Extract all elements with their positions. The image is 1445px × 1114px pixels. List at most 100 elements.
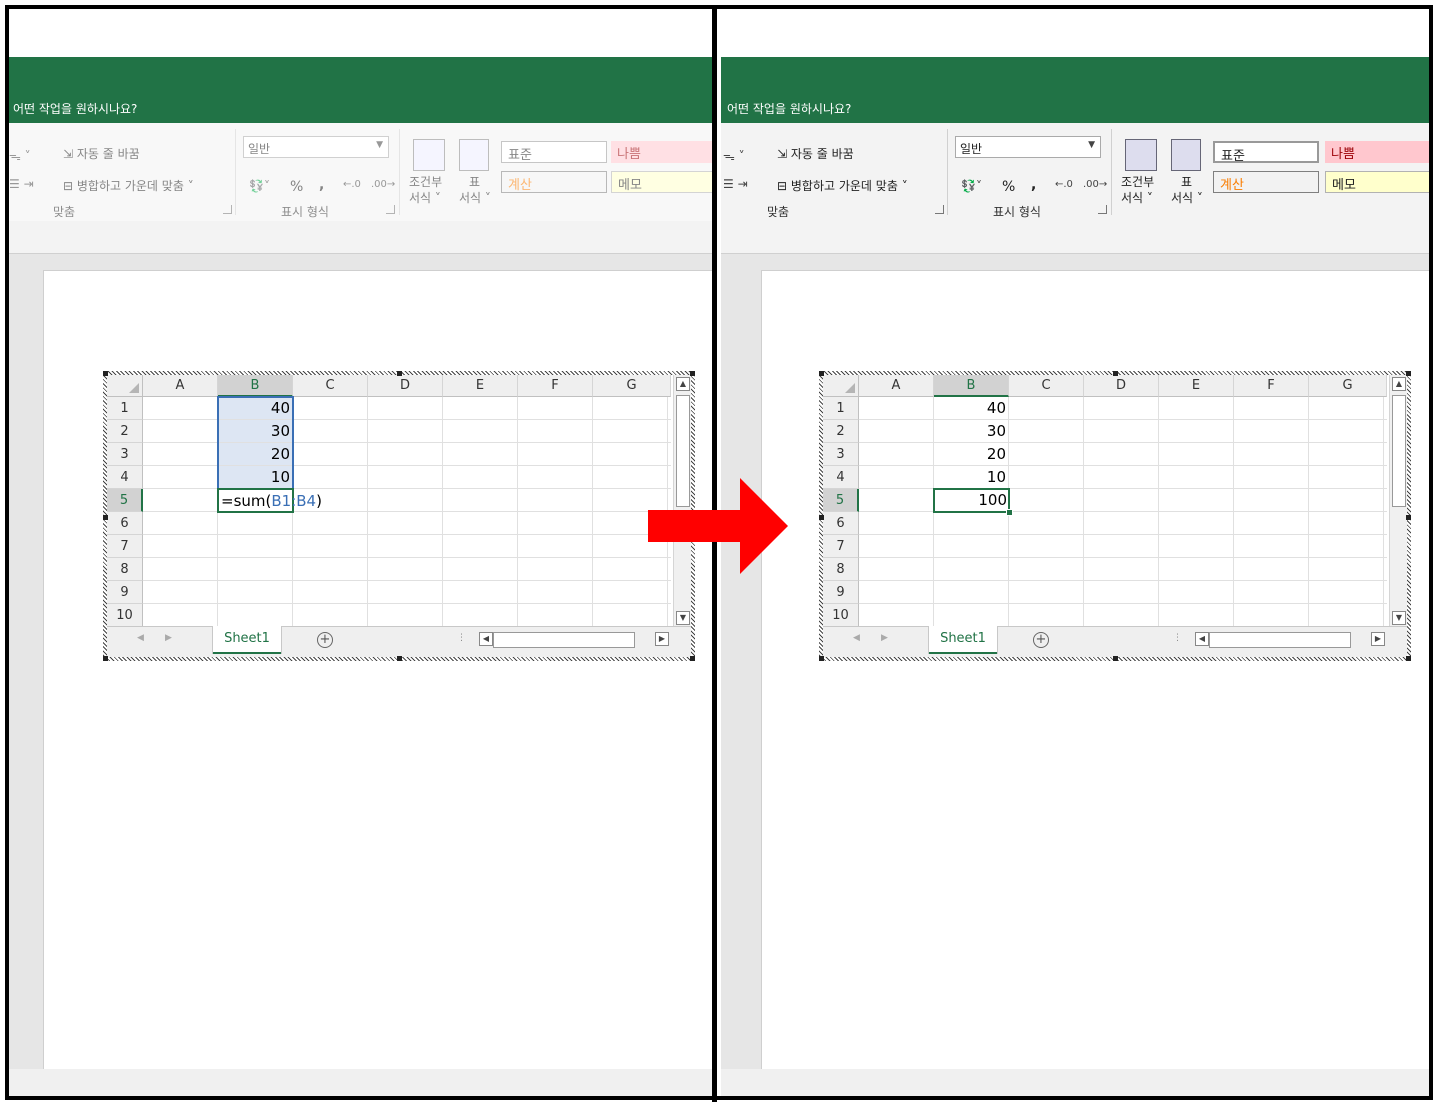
resize-handle[interactable] xyxy=(103,371,108,376)
resize-handle[interactable] xyxy=(1406,656,1411,661)
tell-me-search[interactable]: 어떤 작업을 원하시나요? xyxy=(727,100,851,117)
add-sheet-icon[interactable]: + xyxy=(317,632,333,648)
resize-handle[interactable] xyxy=(397,371,402,376)
conditional-format-button[interactable]: 조건부 xyxy=(1121,173,1154,190)
conditional-format-button[interactable]: 조건부 xyxy=(409,173,442,190)
row-header[interactable]: 4 xyxy=(107,466,143,489)
align-launcher-icon[interactable] xyxy=(935,205,944,214)
scroll-left-icon[interactable]: ◀ xyxy=(479,632,493,646)
row-header[interactable]: 9 xyxy=(823,581,859,604)
tell-me-search[interactable]: 어떤 작업을 원하시나요? xyxy=(13,100,137,117)
scroll-left-icon[interactable]: ◀ xyxy=(1195,632,1209,646)
row-header[interactable]: 3 xyxy=(823,443,859,466)
scroll-down-icon[interactable]: ▼ xyxy=(676,611,690,625)
column-header-a[interactable]: A xyxy=(859,375,934,397)
number-launcher-icon[interactable] xyxy=(1098,205,1107,214)
cell-b2[interactable]: 30 xyxy=(934,420,1009,443)
column-header-f[interactable]: F xyxy=(1234,375,1309,397)
indent-icon[interactable]: ☰ ⇥ xyxy=(723,177,748,191)
sheet-tab-sheet1[interactable]: Sheet1 xyxy=(213,626,281,654)
row-header[interactable]: 5 xyxy=(823,489,859,512)
formula-entry[interactable]: =sum(B1:B4) xyxy=(221,490,322,512)
scroll-up-icon[interactable]: ▲ xyxy=(1392,377,1406,391)
row-header[interactable]: 3 xyxy=(107,443,143,466)
column-header-e[interactable]: E xyxy=(443,375,518,397)
format-as-table-button[interactable]: 표 xyxy=(1181,173,1192,190)
number-launcher-icon[interactable] xyxy=(386,205,395,214)
resize-handle[interactable] xyxy=(1406,371,1411,376)
resize-handle[interactable] xyxy=(397,656,402,661)
conditional-format-button-2[interactable]: 서식 ˅ xyxy=(409,189,441,206)
column-header-d[interactable]: D xyxy=(1084,375,1159,397)
percent-button[interactable]: % xyxy=(290,179,303,195)
scroll-right-icon[interactable]: ▶ xyxy=(655,632,669,646)
row-header[interactable]: 1 xyxy=(107,397,143,420)
merge-center-button[interactable]: ⊟ 병합하고 가운데 맞춤 ˅ xyxy=(63,177,194,194)
tab-prev-icon[interactable]: ◀ xyxy=(853,633,860,643)
column-header-g[interactable]: G xyxy=(593,375,671,397)
style-normal[interactable]: 표준 xyxy=(501,141,607,163)
orientation-icon[interactable]: ᯓ ˅ xyxy=(723,147,745,164)
increase-decimal-icon[interactable]: ←.0 xyxy=(1055,179,1073,190)
style-bad[interactable]: 나쁨 xyxy=(611,141,712,163)
split-handle-icon[interactable]: ⋮ xyxy=(457,633,466,643)
sheet-tab-sheet1[interactable]: Sheet1 xyxy=(929,626,997,654)
select-all-corner[interactable] xyxy=(823,375,859,397)
style-calculation[interactable]: 계산 xyxy=(501,171,607,193)
percent-button[interactable]: % xyxy=(1002,179,1015,195)
resize-handle[interactable] xyxy=(690,656,695,661)
style-bad[interactable]: 나쁨 xyxy=(1325,141,1429,163)
column-header-f[interactable]: F xyxy=(518,375,593,397)
row-header[interactable]: 2 xyxy=(107,420,143,443)
row-header[interactable]: 7 xyxy=(107,535,143,558)
scroll-right-icon[interactable]: ▶ xyxy=(1371,632,1385,646)
column-header-b[interactable]: B xyxy=(934,375,1009,397)
number-format-select[interactable]: 일반 ▼ xyxy=(955,136,1101,158)
split-handle-icon[interactable]: ⋮ xyxy=(1173,633,1182,643)
row-header[interactable]: 1 xyxy=(823,397,859,420)
column-header-e[interactable]: E xyxy=(1159,375,1234,397)
row-header[interactable]: 10 xyxy=(107,604,143,627)
currency-icon[interactable]: 💱˅ xyxy=(249,179,270,193)
row-header[interactable]: 6 xyxy=(823,512,859,535)
cell-b4[interactable]: 10 xyxy=(934,466,1009,489)
column-header-d[interactable]: D xyxy=(368,375,443,397)
decrease-decimal-icon[interactable]: .00→ xyxy=(1083,179,1107,190)
resize-handle[interactable] xyxy=(1113,371,1118,376)
row-header[interactable]: 5 xyxy=(107,489,143,512)
column-header-a[interactable]: A xyxy=(143,375,218,397)
decrease-decimal-icon[interactable]: .00→ xyxy=(371,179,395,190)
tab-next-icon[interactable]: ▶ xyxy=(881,633,888,643)
wrap-text-button[interactable]: ⇲ 자동 줄 바꿈 xyxy=(777,145,854,162)
format-as-table-button-2[interactable]: 서식 ˅ xyxy=(459,189,491,206)
style-normal[interactable]: 표준 xyxy=(1213,141,1319,164)
row-header[interactable]: 9 xyxy=(107,581,143,604)
add-sheet-icon[interactable]: + xyxy=(1033,632,1049,648)
number-format-select[interactable]: 일반 ▼ xyxy=(243,136,389,158)
select-all-corner[interactable] xyxy=(107,375,143,397)
resize-handle[interactable] xyxy=(1406,515,1411,520)
style-memo[interactable]: 메모 xyxy=(611,171,712,193)
row-header[interactable]: 8 xyxy=(107,558,143,581)
column-header-g[interactable]: G xyxy=(1309,375,1387,397)
comma-button[interactable]: , xyxy=(319,177,324,193)
embedded-workbook[interactable]: A B C D E F G 1 2 3 4 5 6 7 8 9 10 40 30… xyxy=(819,371,1411,661)
column-header-b[interactable]: B xyxy=(218,375,293,397)
row-header[interactable]: 7 xyxy=(823,535,859,558)
embedded-workbook[interactable]: A B C D E F G 1 2 3 4 5 6 7 8 9 10 40 30… xyxy=(103,371,695,661)
column-header-c[interactable]: C xyxy=(293,375,368,397)
increase-decimal-icon[interactable]: ←.0 xyxy=(343,179,361,190)
row-header[interactable]: 6 xyxy=(107,512,143,535)
merge-center-button[interactable]: ⊟ 병합하고 가운데 맞춤 ˅ xyxy=(777,177,908,194)
row-header[interactable]: 2 xyxy=(823,420,859,443)
style-memo[interactable]: 메모 xyxy=(1325,171,1429,193)
orientation-icon[interactable]: ᯓ ˅ xyxy=(9,147,31,164)
resize-handle[interactable] xyxy=(103,515,108,520)
row-header[interactable]: 4 xyxy=(823,466,859,489)
resize-handle[interactable] xyxy=(103,656,108,661)
cell-b3[interactable]: 20 xyxy=(934,443,1009,466)
resize-handle[interactable] xyxy=(819,515,824,520)
fill-handle[interactable] xyxy=(1006,509,1013,516)
row-header[interactable]: 8 xyxy=(823,558,859,581)
row-header[interactable]: 10 xyxy=(823,604,859,627)
